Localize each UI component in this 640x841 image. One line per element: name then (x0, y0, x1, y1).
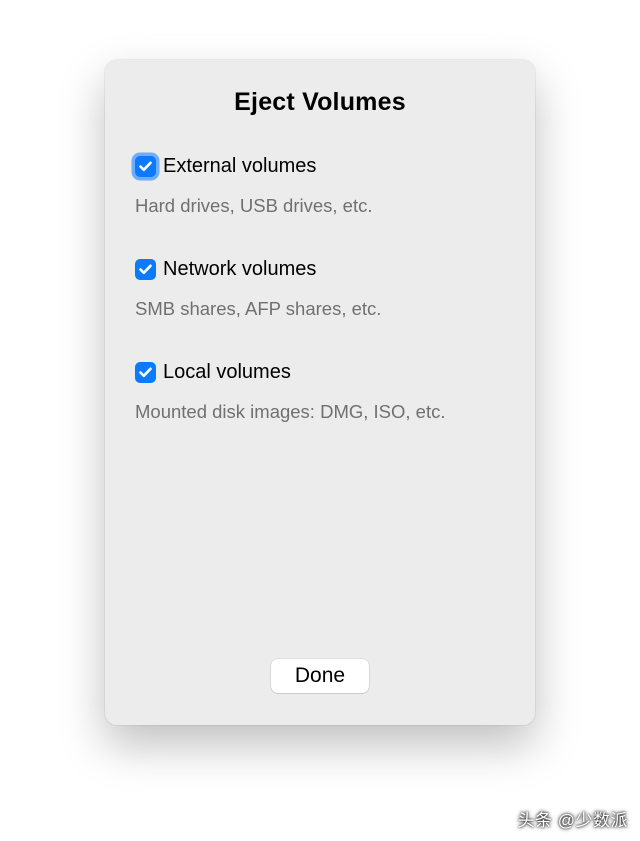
option-network: Network volumes SMB shares, AFP shares, … (135, 258, 505, 321)
option-row: External volumes (135, 155, 505, 178)
checkmark-icon (139, 264, 152, 275)
option-description: Hard drives, USB drives, etc. (135, 194, 505, 218)
option-label: Local volumes (163, 361, 291, 384)
dialog-footer: Done (135, 659, 505, 699)
eject-volumes-dialog: Eject Volumes External volumes Hard driv… (105, 60, 535, 725)
checkbox-external[interactable] (135, 156, 156, 177)
option-row: Network volumes (135, 258, 505, 281)
checkmark-icon (139, 161, 152, 172)
watermark-text: 头条 @少数派 (518, 806, 628, 831)
option-row: Local volumes (135, 361, 505, 384)
checkmark-icon (139, 367, 152, 378)
option-local: Local volumes Mounted disk images: DMG, … (135, 361, 505, 424)
options-group: External volumes Hard drives, USB drives… (135, 155, 505, 659)
checkbox-local[interactable] (135, 362, 156, 383)
done-button[interactable]: Done (271, 659, 369, 693)
option-description: Mounted disk images: DMG, ISO, etc. (135, 400, 505, 424)
dialog-title: Eject Volumes (135, 88, 505, 117)
option-description: SMB shares, AFP shares, etc. (135, 297, 505, 321)
option-external: External volumes Hard drives, USB drives… (135, 155, 505, 218)
option-label: External volumes (163, 155, 316, 178)
option-label: Network volumes (163, 258, 316, 281)
checkbox-network[interactable] (135, 259, 156, 280)
